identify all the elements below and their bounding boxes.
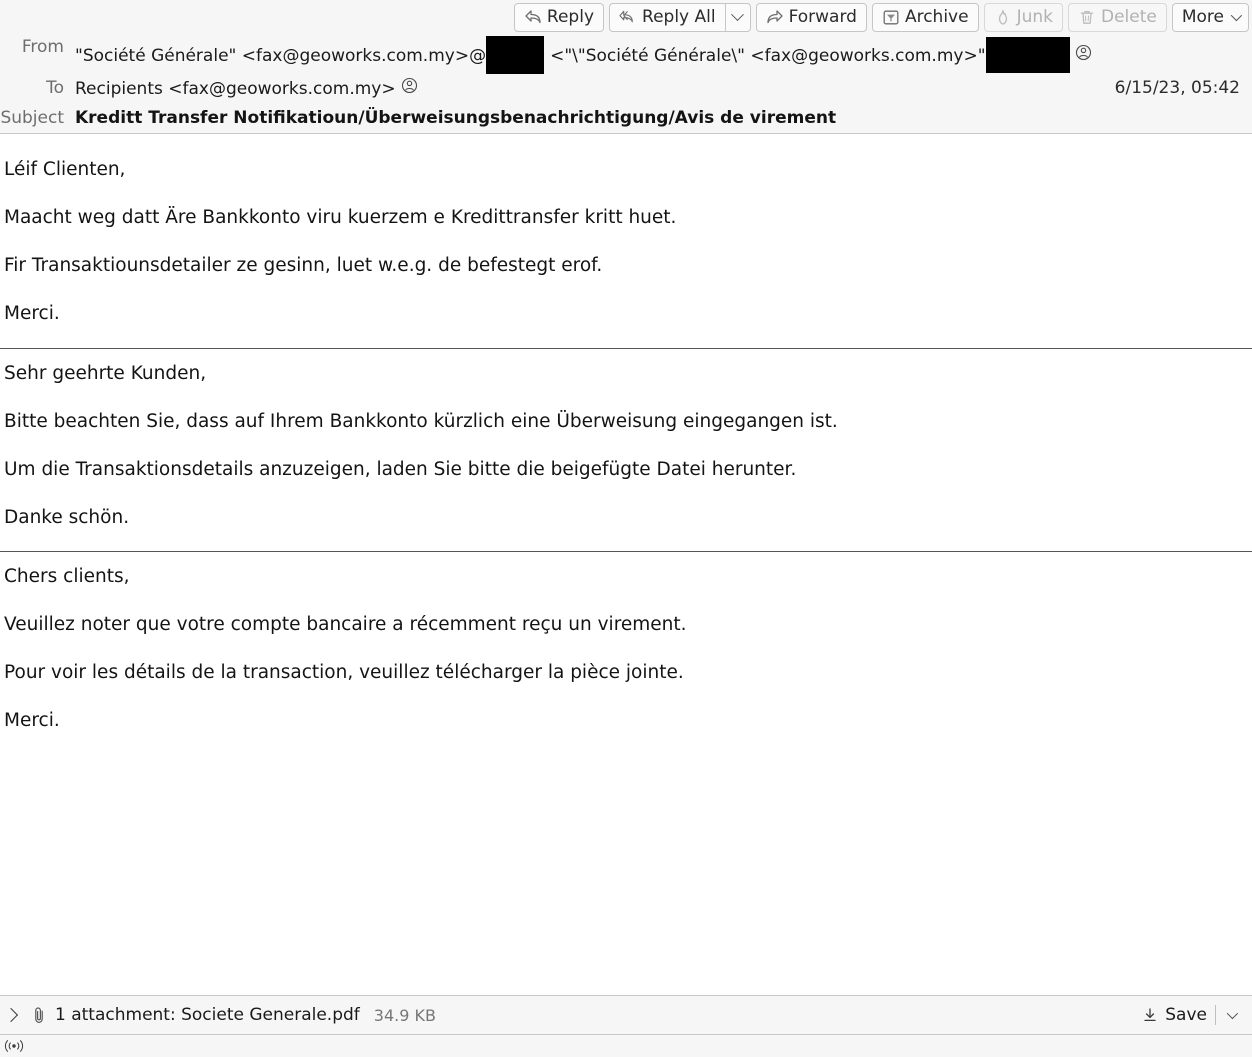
save-label: Save	[1165, 1005, 1207, 1025]
message-toolbar: Reply Reply All Forward Archive Junk Del…	[513, 2, 1249, 32]
to-value[interactable]: Recipients <fax@geoworks.com.my>	[64, 75, 418, 100]
reply-all-split-button: Reply All	[609, 2, 751, 32]
archive-label: Archive	[904, 6, 969, 27]
from-address-part-2: <"\"Société Générale\" <fax@geoworks.com…	[550, 46, 986, 66]
to-label: To	[46, 78, 64, 98]
body-paragraph: Bitte beachten Sie, dass auf Ihrem Bankk…	[4, 410, 838, 432]
reply-all-dropdown-arrow-icon[interactable]	[724, 2, 751, 32]
reply-all-label: Reply All	[642, 6, 716, 27]
forward-label: Forward	[788, 6, 857, 27]
body-paragraph: Um die Transaktionsdetails anzuzeigen, l…	[4, 458, 797, 480]
add-contact-icon[interactable]	[1075, 44, 1092, 66]
message-header: Reply Reply All Forward Archive Junk Del…	[0, 0, 1252, 134]
email-message-window: Reply Reply All Forward Archive Junk Del…	[0, 0, 1252, 1057]
subject-row: Subject Kreditt Transfer Notifikatioun/Ü…	[0, 105, 1252, 135]
from-row: From "Société Générale" <fax@geoworks.co…	[0, 34, 1252, 75]
more-label: More	[1181, 6, 1224, 27]
download-icon	[1141, 1006, 1159, 1024]
attachment-size: 34.9 KB	[373, 1005, 436, 1025]
body-paragraph: Merci.	[4, 710, 60, 732]
to-add-contact-icon[interactable]	[401, 77, 418, 99]
body-paragraph: Danke schön.	[4, 506, 130, 528]
from-address-part-1: "Société Générale" <fax@geoworks.com.my>…	[75, 46, 487, 66]
online-status-icon	[3, 1039, 25, 1053]
delete-label: Delete	[1100, 6, 1157, 27]
reply-all-icon	[619, 8, 637, 26]
junk-button[interactable]: Junk	[983, 2, 1063, 32]
attachment-item[interactable]: 1 attachment: Societe Generale.pdf 34.9 …	[30, 1005, 436, 1025]
forward-icon	[766, 8, 784, 26]
reply-label: Reply	[546, 6, 595, 27]
from-value[interactable]: "Société Générale" <fax@geoworks.com.my>…	[64, 34, 1092, 75]
message-body: Léif Clienten, Maacht weg datt Äre Bankko…	[0, 134, 1252, 995]
archive-icon	[882, 8, 900, 26]
attachment-summary: 1 attachment: Societe Generale.pdf	[55, 1005, 360, 1025]
save-dropdown-arrow-icon[interactable]	[1216, 1002, 1246, 1028]
body-paragraph: Léif Clienten,	[4, 159, 126, 180]
paperclip-icon	[30, 1006, 48, 1024]
redaction-box-2	[985, 37, 1070, 73]
reply-button[interactable]: Reply	[513, 2, 605, 32]
forward-button[interactable]: Forward	[755, 2, 867, 32]
more-button[interactable]: More	[1171, 2, 1249, 32]
trash-icon	[1078, 8, 1096, 26]
junk-flame-icon	[994, 8, 1012, 26]
body-paragraph: Fir Transaktiounsdetailer ze gesinn, lue…	[4, 255, 603, 277]
attachment-bar: 1 attachment: Societe Generale.pdf 34.9 …	[0, 995, 1252, 1035]
body-paragraph: Pour voir les détails de la transaction,…	[4, 662, 684, 684]
body-paragraph: Merci.	[4, 303, 60, 325]
save-attachment-button[interactable]: Save	[1135, 1002, 1215, 1028]
chevron-down-icon	[1230, 9, 1243, 22]
to-address: Recipients <fax@geoworks.com.my>	[75, 79, 396, 99]
reply-icon	[524, 8, 542, 26]
body-block: Sehr geehrte Kunden, Bitte beachten Sie, …	[0, 349, 1252, 542]
body-paragraph: Maacht weg datt Äre Bankkonto viru kuerz…	[4, 207, 677, 229]
body-paragraph: Sehr geehrte Kunden,	[4, 362, 207, 384]
reply-all-button[interactable]: Reply All	[609, 2, 725, 32]
body-paragraph: Chers clients,	[4, 566, 130, 587]
body-paragraph: Veuillez noter que votre compte bancaire…	[4, 614, 687, 636]
attachment-actions: Save	[1135, 1002, 1246, 1028]
to-row: To Recipients <fax@geoworks.com.my> 6/15…	[0, 75, 1252, 105]
archive-button[interactable]: Archive	[871, 2, 979, 32]
status-bar	[0, 1035, 1252, 1057]
from-label: From	[21, 37, 64, 57]
message-date: 6/15/23, 05:42	[1114, 78, 1240, 98]
body-block: Léif Clienten, Maacht weg datt Äre Bankko…	[0, 134, 1252, 338]
attachment-expand-toggle-icon[interactable]	[0, 996, 22, 1034]
redaction-box-1	[486, 36, 545, 74]
junk-label: Junk	[1016, 6, 1053, 27]
delete-button[interactable]: Delete	[1067, 2, 1167, 32]
body-block: Chers clients, Veuillez noter que votre c…	[0, 552, 1252, 745]
subject-value: Kreditt Transfer Notifikatioun/Überweisu…	[75, 108, 837, 128]
subject-label: Subject	[0, 108, 64, 128]
